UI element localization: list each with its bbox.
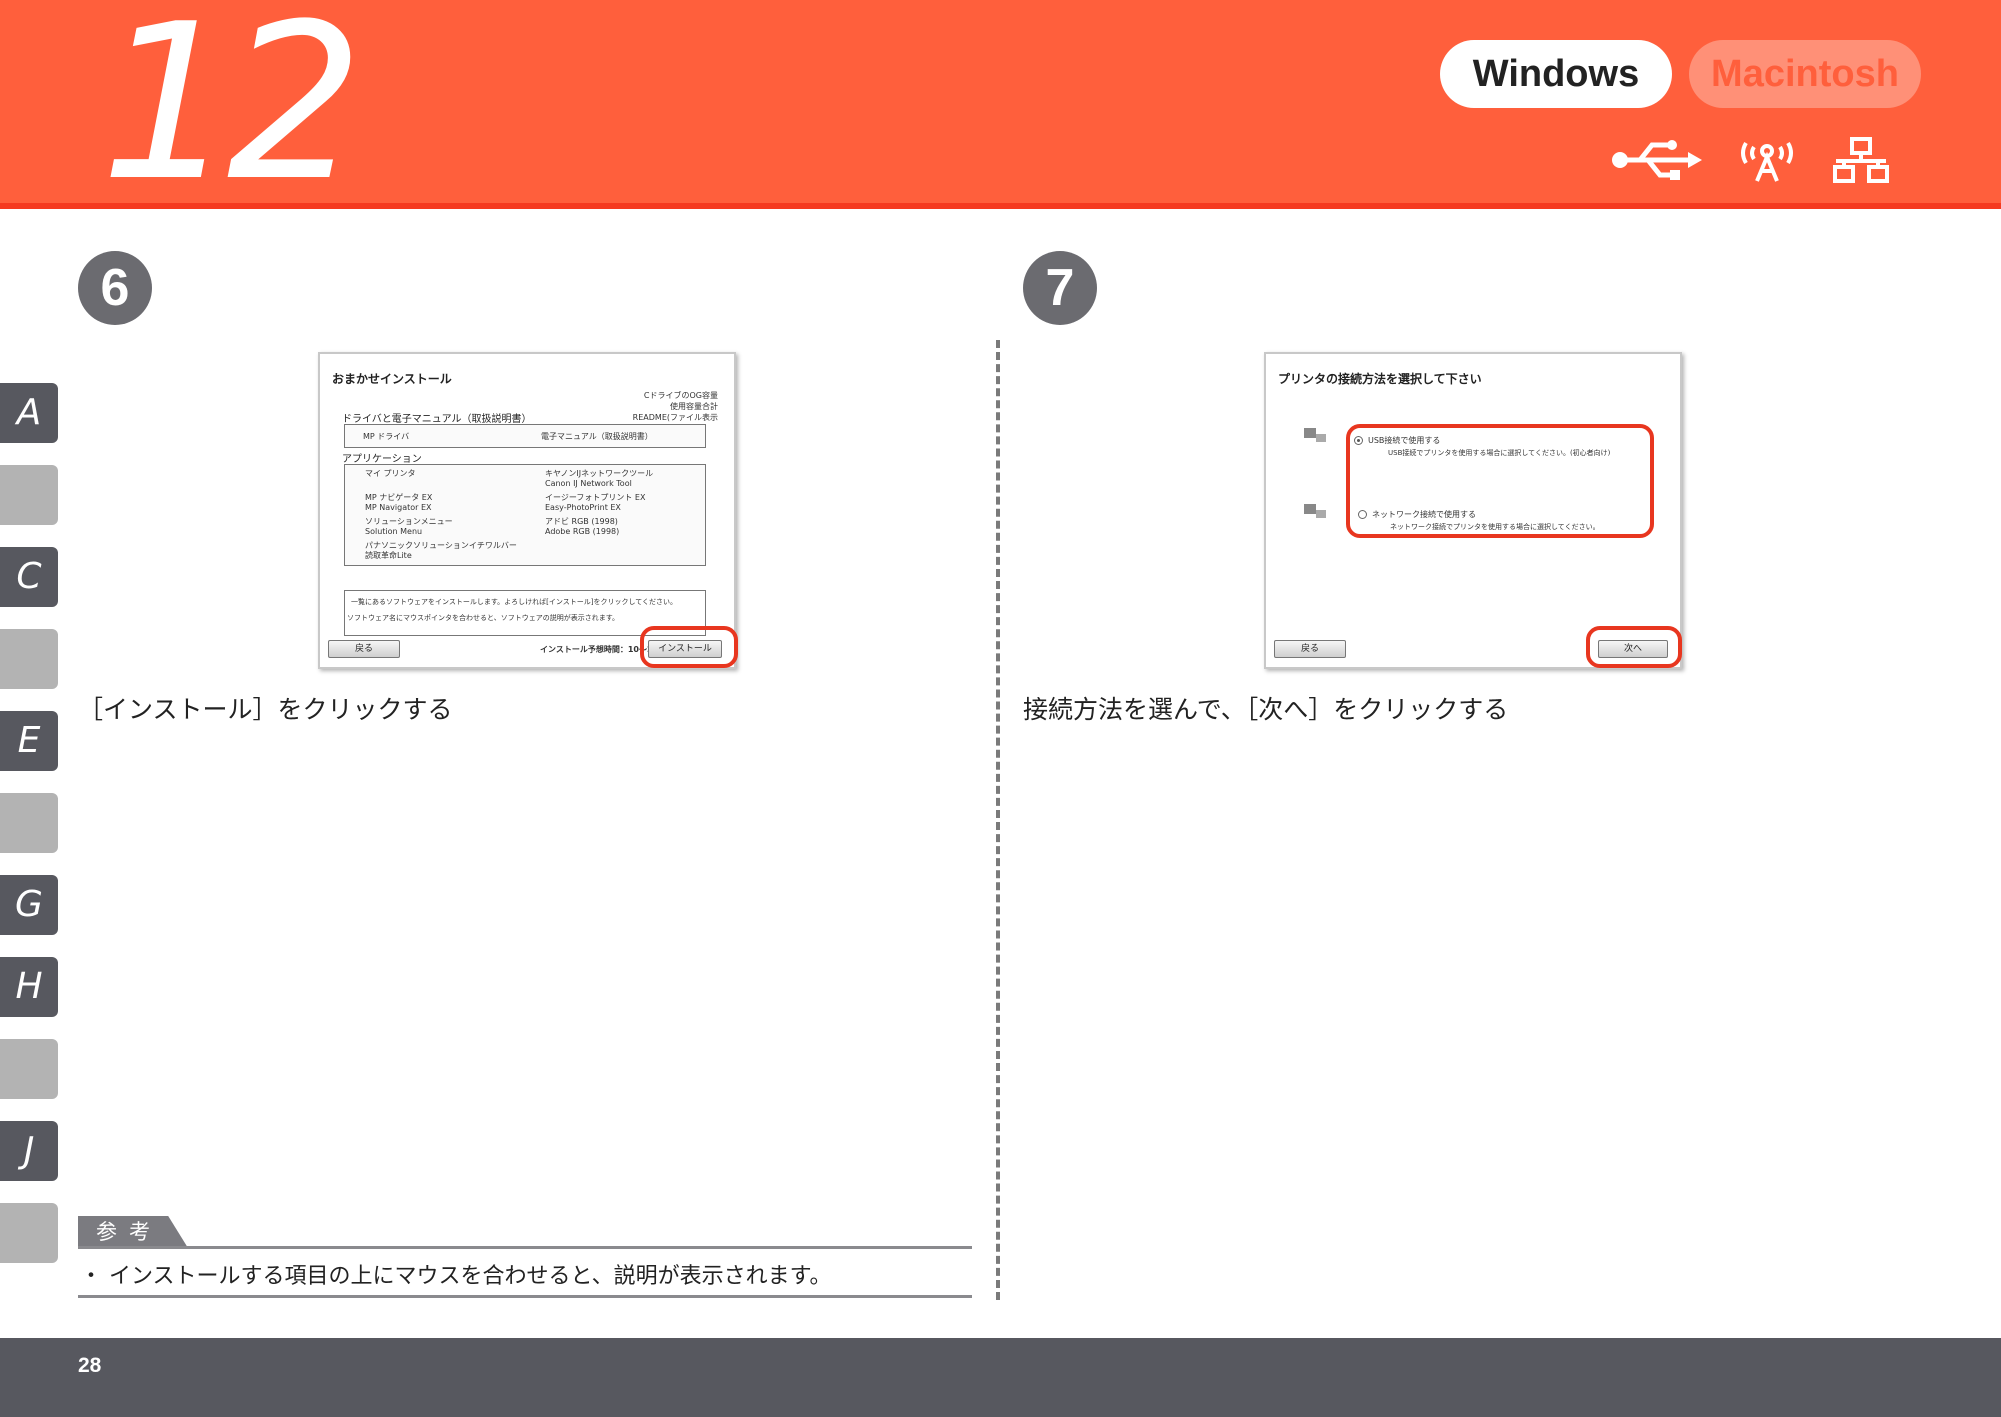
options-highlight [1346, 424, 1654, 538]
column-divider [996, 340, 1000, 1300]
readme-link[interactable]: README(ファイル表示 [633, 412, 718, 423]
app-item[interactable]: パナソニックソリューションイチワルバー 読取革命Lite [365, 541, 517, 561]
os-macintosh-badge: Macintosh [1689, 40, 1921, 108]
tab-e[interactable]: E [0, 711, 58, 771]
note-text: ・ インストールする項目の上にマウスを合わせると、説明が表示されます。 [80, 1264, 832, 1289]
tab-d[interactable] [0, 629, 58, 689]
page-number: 28 [78, 1354, 102, 1377]
step-7-caption: 接続方法を選んで、［次へ］をクリックする [1023, 695, 1509, 724]
step-6-caption: ［インストール］をクリックする [78, 695, 453, 724]
usb-icon [1612, 140, 1702, 180]
printer-network-icon [1304, 504, 1326, 518]
disk-used-label: 使用容量合計 [670, 402, 718, 411]
app-item[interactable]: キヤノンIJネットワークツール Canon IJ Network Tool [545, 469, 653, 489]
install-dialog-screenshot: おまかせインストール CドライブのOG容量 使用容量合計 README(ファイル… [318, 352, 736, 669]
apps-list: マイ プリンタ MP ナビゲータ EX MP Navigator EX ソリューシ… [344, 464, 706, 566]
manual-item[interactable]: 電子マニュアル（取扱説明書） [541, 431, 653, 442]
tab-h[interactable]: H [0, 957, 58, 1017]
tab-b[interactable] [0, 465, 58, 525]
disk-free-label: CドライブのOG容量 [643, 391, 718, 400]
back-button[interactable]: 戻る [328, 640, 400, 658]
tab-g[interactable]: G [0, 875, 58, 935]
header-underline [0, 203, 2001, 209]
back-button[interactable]: 戻る [1274, 640, 1346, 658]
description-line-1: 一覧にあるソフトウェアをインストールします。よろしければ[インストール]をクリッ… [351, 598, 678, 606]
app-item[interactable]: アドビ RGB (1998) Adobe RGB (1998) [545, 517, 619, 537]
note-top-rule [78, 1246, 972, 1249]
driver-item[interactable]: MP ドライバ [363, 431, 409, 442]
dialog-title: プリンタの接続方法を選択して下さい [1278, 372, 1482, 386]
tab-f[interactable] [0, 793, 58, 853]
step-6-number: 6 [78, 251, 152, 325]
apps-section-title: アプリケーション [342, 454, 422, 465]
note-bottom-rule [78, 1295, 972, 1298]
note-label: 参考 [78, 1216, 188, 1248]
step-7-number: 7 [1023, 251, 1097, 325]
page-footer [0, 1338, 2001, 1417]
os-windows-badge: Windows [1440, 40, 1672, 108]
page-header: 12 Windows Macintosh [0, 0, 2001, 210]
drivers-section-title: ドライバと電子マニュアル（取扱説明書） [342, 414, 532, 425]
next-button-highlight [1586, 626, 1682, 668]
app-item[interactable]: マイ プリンタ [365, 469, 416, 479]
app-item[interactable]: ソリューションメニュー Solution Menu [365, 517, 453, 537]
tab-k[interactable] [0, 1203, 58, 1263]
printer-usb-icon [1304, 428, 1326, 442]
wireless-icon [1741, 141, 1793, 182]
tab-c[interactable]: C [0, 547, 58, 607]
step-number: 12 [100, 0, 364, 228]
app-item[interactable]: イージーフォトプリント EX Easy-PhotoPrint EX [545, 493, 645, 513]
network-icon [1833, 137, 1889, 183]
drivers-list: MP ドライバ 電子マニュアル（取扱説明書） [344, 424, 706, 448]
dialog-title: おまかせインストール [332, 372, 452, 386]
tab-j[interactable]: J [0, 1121, 58, 1181]
tab-i[interactable] [0, 1039, 58, 1099]
tab-a[interactable]: A [0, 383, 58, 443]
app-item[interactable]: MP ナビゲータ EX MP Navigator EX [365, 493, 432, 513]
install-button-highlight [640, 626, 738, 668]
description-line-2: ソフトウェア名にマウスポインタを合わせると、ソフトウェアの説明が表示されます。 [347, 614, 620, 622]
